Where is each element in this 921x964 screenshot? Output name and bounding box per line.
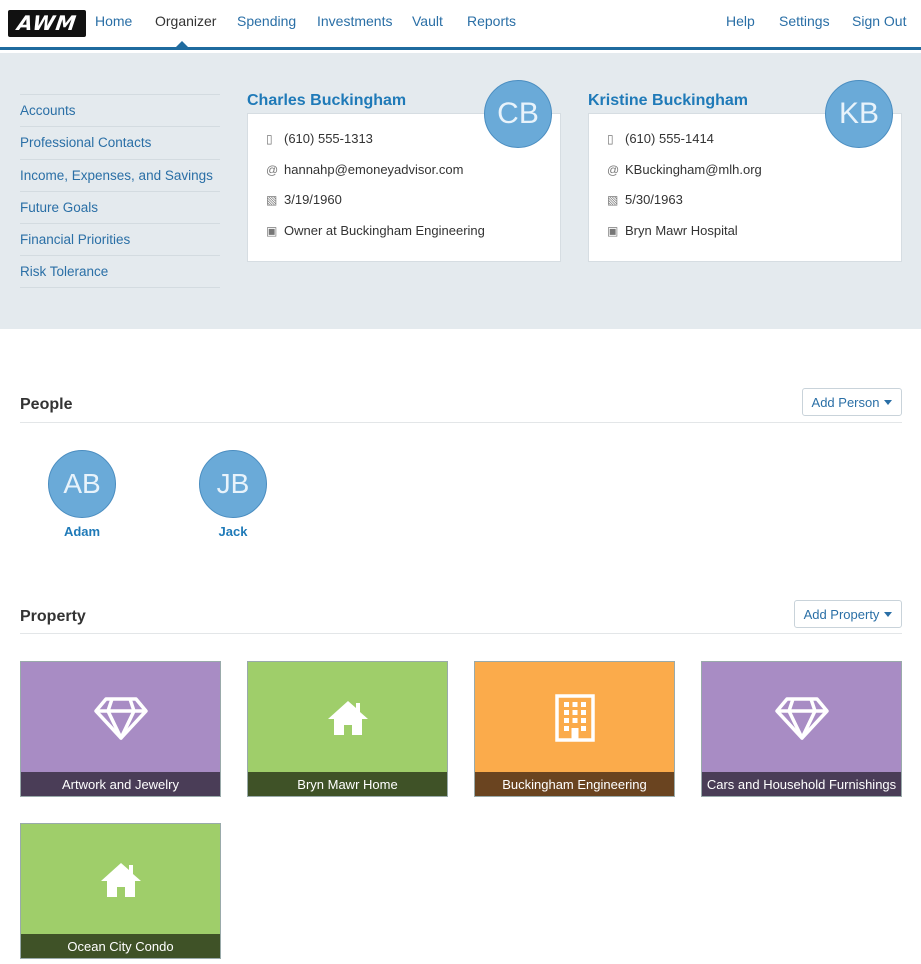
briefcase-icon: ▣ xyxy=(607,223,619,238)
awm-logo[interactable]: AWM xyxy=(8,10,86,37)
add-person-label: Add Person xyxy=(811,394,880,410)
nav-organizer[interactable]: Organizer xyxy=(155,13,216,29)
birthday-row: ▧ 5/30/1963 xyxy=(607,192,683,207)
email-row: @ hannahp@emoneyadvisor.com xyxy=(266,162,463,177)
client-name[interactable]: Kristine Buckingham xyxy=(588,92,748,110)
nav-sign-out[interactable]: Sign Out xyxy=(852,13,906,29)
at-icon: @ xyxy=(607,162,620,177)
phone-icon: ▯ xyxy=(607,131,614,146)
top-navigation: AWM Home Organizer Spending Investments … xyxy=(0,0,921,50)
birthday-value: 5/30/1963 xyxy=(625,192,683,207)
person-name[interactable]: Jack xyxy=(199,524,267,539)
birthday-value: 3/19/1960 xyxy=(284,192,342,207)
sidebar-item-income-expenses-savings[interactable]: Income, Expenses, and Savings xyxy=(20,158,220,191)
phone-row: ▯ (610) 555-1313 xyxy=(266,131,373,146)
active-tab-indicator xyxy=(175,41,189,48)
nav-investments[interactable]: Investments xyxy=(317,13,392,29)
birthday-row: ▧ 3/19/1960 xyxy=(266,192,342,207)
nav-spending[interactable]: Spending xyxy=(237,13,296,29)
property-tile[interactable]: Artwork and Jewelry xyxy=(20,661,221,797)
phone-value: (610) 555-1313 xyxy=(284,131,373,146)
nav-settings[interactable]: Settings xyxy=(779,13,830,29)
work-row: ▣ Bryn Mawr Hospital xyxy=(607,223,738,238)
nav-home[interactable]: Home xyxy=(95,13,132,29)
nav-help[interactable]: Help xyxy=(726,13,755,29)
client-name[interactable]: Charles Buckingham xyxy=(247,92,406,110)
add-person-button[interactable]: Add Person xyxy=(802,388,902,416)
building-icon xyxy=(475,662,674,773)
add-property-label: Add Property xyxy=(803,606,880,622)
people-heading: People xyxy=(20,396,73,413)
cake-icon: ▧ xyxy=(266,192,278,207)
email-value: hannahp@emoneyadvisor.com xyxy=(284,162,464,177)
property-tile[interactable]: Cars and Household Furnishings xyxy=(701,661,902,797)
sidebar-item-accounts[interactable]: Accounts xyxy=(20,94,220,126)
property-heading: Property xyxy=(20,608,86,625)
property-label: Buckingham Engineering xyxy=(475,772,674,796)
phone-row: ▯ (610) 555-1414 xyxy=(607,131,714,146)
person-avatar[interactable]: JB xyxy=(199,450,267,518)
client-avatar[interactable]: KB xyxy=(825,80,893,148)
at-icon: @ xyxy=(266,162,279,177)
house-icon xyxy=(248,662,447,773)
work-value: Bryn Mawr Hospital xyxy=(625,223,738,238)
property-label: Artwork and Jewelry xyxy=(21,772,220,796)
diamond-icon xyxy=(702,662,901,773)
sidebar-item-risk-tolerance[interactable]: Risk Tolerance xyxy=(20,255,220,288)
property-label: Bryn Mawr Home xyxy=(248,772,447,796)
section-divider xyxy=(20,422,902,423)
client-avatar[interactable]: CB xyxy=(484,80,552,148)
property-tile[interactable]: Ocean City Condo xyxy=(20,823,221,959)
work-row: ▣ Owner at Buckingham Engineering xyxy=(266,223,485,238)
email-row: @ KBuckingham@mlh.org xyxy=(607,162,762,177)
person-name[interactable]: Adam xyxy=(48,524,116,539)
property-label: Cars and Household Furnishings xyxy=(702,772,901,796)
house-icon xyxy=(21,824,220,935)
section-divider xyxy=(20,633,902,634)
diamond-icon xyxy=(21,662,220,773)
phone-icon: ▯ xyxy=(266,131,273,146)
nav-reports[interactable]: Reports xyxy=(467,13,516,29)
work-value: Owner at Buckingham Engineering xyxy=(284,223,485,238)
briefcase-icon: ▣ xyxy=(266,223,278,238)
nav-vault[interactable]: Vault xyxy=(412,13,443,29)
person-avatar[interactable]: AB xyxy=(48,450,116,518)
property-label: Ocean City Condo xyxy=(21,934,220,958)
sidebar-item-financial-priorities[interactable]: Financial Priorities xyxy=(20,223,220,255)
sidebar-item-professional-contacts[interactable]: Professional Contacts xyxy=(20,126,220,158)
property-tile[interactable]: Buckingham Engineering xyxy=(474,661,675,797)
organizer-sidebar: Accounts Professional Contacts Income, E… xyxy=(20,94,220,288)
email-value: KBuckingham@mlh.org xyxy=(625,162,762,177)
caret-down-icon xyxy=(884,399,893,405)
add-property-button[interactable]: Add Property xyxy=(794,600,902,628)
cake-icon: ▧ xyxy=(607,192,619,207)
property-tile[interactable]: Bryn Mawr Home xyxy=(247,661,448,797)
sidebar-item-future-goals[interactable]: Future Goals xyxy=(20,190,220,223)
phone-value: (610) 555-1414 xyxy=(625,131,714,146)
caret-down-icon xyxy=(884,611,893,617)
